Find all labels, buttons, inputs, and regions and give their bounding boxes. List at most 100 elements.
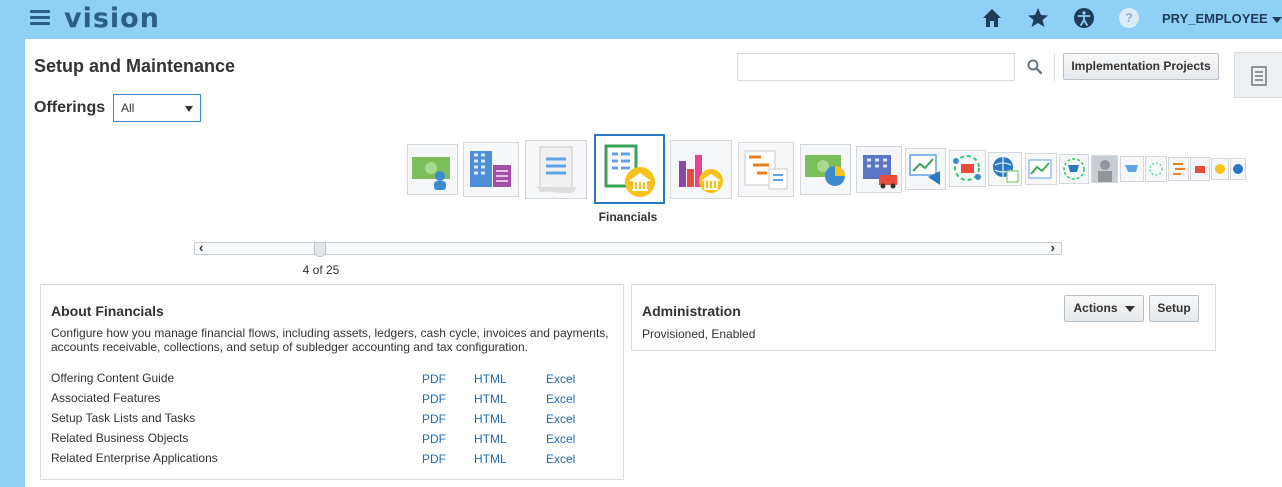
offering-tile-18[interactable] (1190, 157, 1210, 181)
about-title: About Financials (51, 303, 164, 319)
globe-icon (1233, 164, 1243, 174)
accessibility-icon[interactable] (1072, 6, 1096, 30)
offering-tile-6[interactable] (738, 142, 794, 197)
carousel-position: 4 of 25 (302, 263, 340, 277)
offering-tile-7[interactable] (800, 144, 851, 195)
truck-icon (1195, 166, 1205, 173)
offering-tile-8[interactable] (856, 146, 902, 193)
brand-logo[interactable]: vision (64, 3, 160, 34)
chevron-left-icon[interactable]: ‹ (199, 240, 203, 255)
resource-row: Related Enterprise Applications PDF HTML… (51, 451, 611, 469)
toolbar-separator (1054, 53, 1055, 81)
building-icon (470, 151, 511, 187)
trend-megaphone-icon (909, 154, 940, 185)
help-icon[interactable]: ? (1119, 8, 1139, 28)
administration-panel: Administration Provisioned, Enabled Acti… (631, 284, 1216, 351)
chevron-right-icon[interactable]: › (1051, 240, 1055, 255)
resource-name: Offering Content Guide (51, 371, 175, 385)
trend-chart-icon (1028, 159, 1052, 179)
user-menu-caret-icon (1271, 16, 1282, 23)
user-menu[interactable]: PRY_EMPLOYEE (1162, 11, 1282, 26)
offerings-label: Offerings (34, 99, 106, 116)
money-people-icon (412, 157, 450, 190)
search-input[interactable] (737, 53, 1015, 81)
offering-tile-9[interactable] (905, 148, 946, 190)
cart-icon (1125, 165, 1138, 172)
html-link[interactable]: HTML (474, 432, 507, 446)
main-panel: Setup and Maintenance Implementation Pro… (25, 39, 1282, 487)
select-arrow-icon (185, 106, 193, 112)
pdf-link[interactable]: PDF (422, 432, 446, 446)
offering-tile-10[interactable] (949, 150, 986, 187)
home-icon[interactable] (980, 6, 1004, 30)
document-scroll-icon (536, 146, 576, 193)
pdf-link[interactable]: PDF (422, 452, 446, 466)
offering-tile-3[interactable] (525, 140, 587, 199)
offering-tile-16[interactable] (1145, 156, 1167, 182)
user-name: PRY_EMPLOYEE (1162, 11, 1268, 26)
panel-drawer-tab[interactable] (1234, 52, 1282, 98)
excel-link[interactable]: Excel (546, 412, 575, 426)
globe-document-icon (993, 157, 1019, 183)
resource-row: Offering Content Guide PDF HTML Excel (51, 371, 611, 389)
administration-title: Administration (642, 303, 741, 319)
resource-row: Related Business Objects PDF HTML Excel (51, 431, 611, 449)
money-pie-icon (805, 155, 845, 186)
offerings-selected-value: All (121, 101, 135, 115)
actions-label: Actions (1073, 301, 1118, 315)
setup-button[interactable]: Setup (1149, 295, 1199, 322)
implementation-projects-button[interactable]: Implementation Projects (1063, 53, 1219, 80)
pdf-link[interactable]: PDF (422, 372, 446, 386)
offering-tile-12[interactable] (1025, 153, 1057, 185)
html-link[interactable]: HTML (474, 452, 507, 466)
carousel-selected-label: Financials (598, 210, 658, 224)
documents-hierarchy-icon (744, 150, 788, 190)
resource-row: Associated Features PDF HTML Excel (51, 391, 611, 409)
resource-name: Related Business Objects (51, 431, 189, 445)
about-offering-panel: About Financials Configure how you manag… (40, 284, 624, 480)
provisioning-status: Provisioned, Enabled (642, 327, 756, 341)
resource-row: Setup Task Lists and Tasks PDF HTML Exce… (51, 411, 611, 429)
excel-link[interactable]: Excel (546, 432, 575, 446)
page-title: Setup and Maintenance (34, 56, 236, 76)
shopping-cart-network-icon (1063, 158, 1085, 180)
about-description: Configure how you manage financial flows… (51, 326, 609, 354)
favorites-star-icon[interactable] (1026, 6, 1050, 30)
person-photo-icon (1092, 156, 1117, 182)
offering-tile-1[interactable] (407, 144, 458, 195)
pie-icon (1215, 164, 1225, 174)
offerings-select[interactable]: All (113, 94, 201, 122)
offering-tile-2[interactable] (463, 142, 519, 197)
html-link[interactable]: HTML (474, 372, 507, 386)
offerings-carousel (25, 134, 1282, 214)
offering-tile-financials[interactable] (594, 134, 665, 204)
slider-thumb[interactable] (314, 242, 326, 257)
building-truck-icon (863, 155, 897, 189)
excel-link[interactable]: Excel (546, 372, 575, 386)
offering-tile-11[interactable] (988, 152, 1022, 186)
excel-link[interactable]: Excel (546, 392, 575, 406)
resource-name: Setup Task Lists and Tasks (51, 411, 196, 425)
html-link[interactable]: HTML (474, 392, 507, 406)
hierarchy-icon (1173, 163, 1185, 175)
caret-down-icon (1124, 305, 1135, 312)
resource-name: Associated Features (51, 391, 161, 405)
pdf-link[interactable]: PDF (422, 392, 446, 406)
offering-tile-15[interactable] (1120, 156, 1144, 182)
offering-tile-20[interactable] (1230, 158, 1246, 180)
network-truck-icon (953, 155, 981, 181)
chart-bank-icon (679, 155, 723, 193)
search-icon[interactable] (1026, 58, 1044, 76)
excel-link[interactable]: Excel (546, 452, 575, 466)
offering-tile-5[interactable] (670, 140, 732, 199)
menu-icon[interactable] (30, 10, 50, 26)
document-list-icon (1251, 66, 1267, 86)
pdf-link[interactable]: PDF (422, 412, 446, 426)
offering-tile-17[interactable] (1168, 157, 1189, 181)
html-link[interactable]: HTML (474, 412, 507, 426)
offering-tile-19[interactable] (1211, 158, 1229, 180)
actions-menu-button[interactable]: Actions (1064, 295, 1144, 322)
offering-tile-13[interactable] (1059, 154, 1089, 184)
offering-tile-14[interactable] (1091, 155, 1118, 183)
network-icon (1149, 162, 1163, 176)
